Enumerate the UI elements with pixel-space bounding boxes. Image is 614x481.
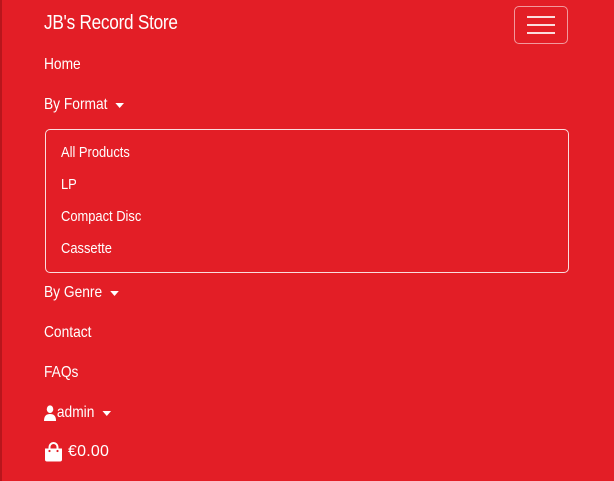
nav-contact-label: Contact [44,324,92,341]
shopping-bag-icon [45,442,62,462]
dropdown-item-cassette[interactable]: Cassette [61,240,112,257]
dropdown-item-all-products[interactable]: All Products [61,144,130,161]
nav-account-toggle[interactable]: admin [44,404,111,422]
caret-down-icon [115,102,124,108]
cart-total: €0.00 [68,443,110,460]
left-edge-border [0,0,2,481]
by-format-dropdown-menu: All Products LP Compact Disc Cassette [45,129,569,273]
nav-faqs[interactable]: FAQs [44,364,78,382]
nav-by-genre-toggle[interactable]: By Genre [44,284,119,302]
nav-by-format-toggle[interactable]: By Format [44,96,124,114]
hamburger-icon [527,16,555,34]
dropdown-item-lp[interactable]: LP [61,176,77,193]
nav-by-genre-label: By Genre [44,284,103,301]
nav-by-format-label: By Format [44,96,108,113]
caret-down-icon [102,410,111,416]
user-icon [44,405,57,421]
navbar-toggler-button[interactable] [514,6,568,44]
nav-home[interactable]: Home [44,56,81,74]
cart-link[interactable]: €0.00 [44,442,109,462]
nav-account-label: admin [56,404,95,421]
caret-down-icon [109,290,119,296]
nav-home-label: Home [44,56,81,73]
nav-faqs-label: FAQs [44,364,79,381]
nav-contact[interactable]: Contact [44,324,91,342]
brand-link[interactable]: JB's Record Store [44,12,178,35]
dropdown-item-compact-disc[interactable]: Compact Disc [61,208,141,225]
